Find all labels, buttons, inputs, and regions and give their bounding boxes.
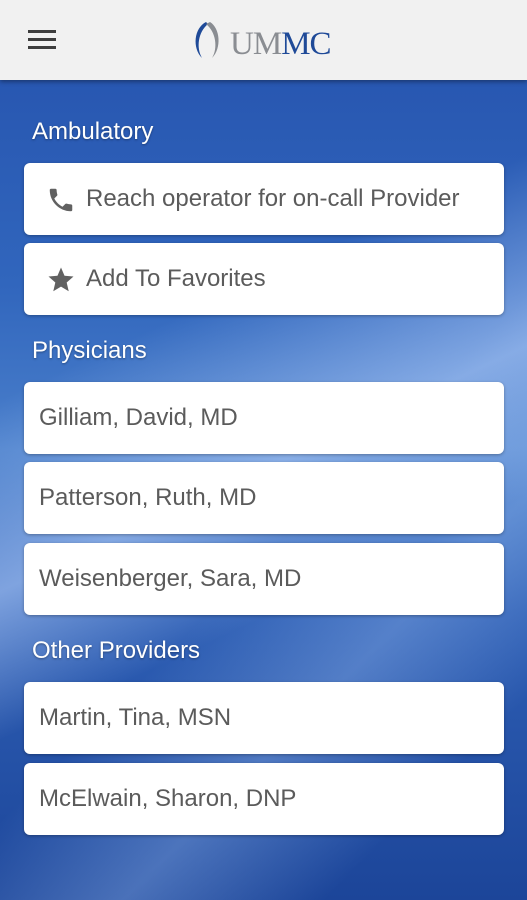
add-to-favorites-button[interactable]: Add To Favorites bbox=[24, 243, 504, 315]
section-title-physicians: Physicians bbox=[32, 337, 147, 364]
provider-name: McElwain, Sharon, DNP bbox=[39, 785, 297, 812]
section-title-ambulatory: Ambulatory bbox=[32, 118, 154, 145]
provider-item-weisenberger[interactable]: Weisenberger, Sara, MD bbox=[24, 543, 504, 615]
provider-name: Gilliam, David, MD bbox=[39, 404, 238, 431]
provider-item-mcelwain[interactable]: McElwain, Sharon, DNP bbox=[24, 763, 504, 835]
provider-item-patterson[interactable]: Patterson, Ruth, MD bbox=[24, 462, 504, 534]
logo-text-um: UM bbox=[230, 26, 282, 62]
logo-mark-icon bbox=[195, 22, 219, 58]
reach-operator-label: Reach operator for on-call Provider bbox=[86, 185, 460, 212]
provider-list: Ambulatory Reach operator for on-call Pr… bbox=[0, 80, 527, 900]
provider-name: Patterson, Ruth, MD bbox=[39, 484, 257, 511]
section-title-other-providers: Other Providers bbox=[32, 637, 201, 664]
provider-name: Weisenberger, Sara, MD bbox=[39, 565, 302, 592]
add-to-favorites-label: Add To Favorites bbox=[86, 265, 266, 292]
menu-icon[interactable] bbox=[22, 24, 62, 58]
star-icon bbox=[48, 267, 74, 292]
logo-text: UMMC bbox=[230, 26, 332, 62]
provider-name: Martin, Tina, MSN bbox=[39, 704, 232, 731]
provider-item-martin[interactable]: Martin, Tina, MSN bbox=[24, 682, 504, 754]
phone-icon bbox=[49, 188, 73, 212]
ummc-logo: UMMC bbox=[186, 18, 346, 64]
logo-text-mc: MC bbox=[281, 26, 331, 62]
reach-operator-button[interactable]: Reach operator for on-call Provider bbox=[24, 163, 504, 235]
app-bar: UMMC bbox=[0, 0, 527, 80]
provider-item-gilliam[interactable]: Gilliam, David, MD bbox=[24, 382, 504, 454]
